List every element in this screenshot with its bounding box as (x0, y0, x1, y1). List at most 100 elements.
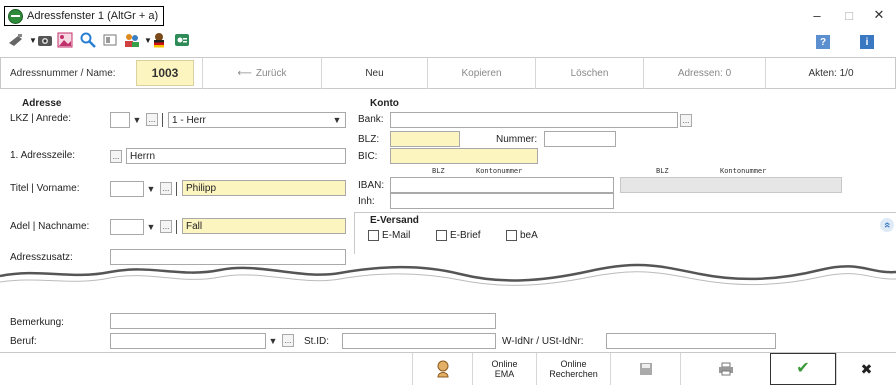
copy-button[interactable]: Kopieren (428, 57, 536, 89)
chevron-down-icon[interactable]: ▼ (266, 334, 280, 348)
print-icon (718, 362, 733, 376)
back-label: Zurück (255, 67, 287, 79)
separator (176, 220, 177, 234)
lastname-field[interactable]: Fall (182, 218, 346, 234)
account-holder-label: Inh: (358, 196, 375, 207)
bea-label: beA (520, 230, 538, 241)
ebrief-label: E-Brief (450, 230, 481, 241)
firstname-field[interactable]: Philipp (182, 180, 346, 196)
contacts-icon[interactable] (124, 32, 140, 48)
window-title-text: Adressfenster 1 (AltGr + a) (27, 10, 159, 22)
remark-field[interactable] (110, 313, 496, 329)
delete-button[interactable]: Löschen (536, 57, 644, 89)
nobility-lastname-label: Adel | Nachname: (10, 221, 90, 232)
job-more-button[interactable]: ... (282, 334, 294, 347)
title-firstname-label: Titel | Vorname: (10, 183, 80, 194)
online-recherchen-button[interactable]: Online Recherchen (536, 353, 610, 385)
account-heading: Konto (370, 98, 399, 109)
bank-field[interactable] (390, 112, 678, 128)
chevron-down-icon[interactable]: ▼ (130, 113, 144, 127)
new-button[interactable]: Neu (322, 57, 428, 89)
help-icon[interactable]: ? (816, 35, 830, 49)
collapse-icon[interactable]: « (880, 218, 894, 232)
salutation-select[interactable]: 1 - Herr (168, 112, 346, 128)
address-line1-more-button[interactable]: ... (110, 150, 122, 163)
nobility-more-button[interactable]: ... (160, 220, 172, 233)
ebrief-checkbox-box[interactable] (436, 230, 447, 241)
tools-icon[interactable] (8, 32, 24, 48)
address-line1-label: 1. Adresszeile: (10, 150, 76, 161)
nobility-field[interactable] (110, 219, 144, 235)
maximize-button[interactable]: □ (832, 4, 866, 26)
job-label: Beruf: (10, 336, 37, 347)
bank-more-button[interactable]: ... (680, 114, 692, 127)
picture-icon[interactable] (57, 32, 73, 48)
stid-field[interactable] (342, 333, 496, 349)
german-flag-person-icon[interactable] (151, 32, 167, 48)
separator (162, 113, 163, 127)
back-button[interactable]: ⟵ Zurück (202, 57, 322, 89)
close-icon: ✖ (860, 361, 873, 377)
torn-edge-divider (0, 263, 896, 298)
id-card-icon[interactable] (174, 32, 190, 48)
title-more-button[interactable]: ... (160, 182, 172, 195)
account-number-field[interactable] (544, 131, 616, 147)
card-icon[interactable] (102, 32, 118, 48)
bea-checkbox-box[interactable] (506, 230, 517, 241)
iban-blz-column: BLZ (432, 167, 445, 175)
lkz-field[interactable] (110, 112, 130, 128)
bea-checkbox[interactable]: beA (506, 230, 538, 241)
arrow-left-icon: ⟵ (237, 67, 252, 79)
eversand-heading: E-Versand (370, 215, 419, 226)
iban-label: IBAN: (358, 180, 385, 191)
chevron-down-icon[interactable]: ▼ (144, 220, 158, 234)
app-icon (8, 8, 23, 24)
vat-label: W-IdNr / USt-IdNr: (502, 336, 584, 347)
bic-field[interactable] (390, 148, 538, 164)
chevron-down-icon[interactable]: ▼ (330, 113, 344, 127)
close-window-button[interactable]: ✕ (862, 4, 896, 26)
search-icon[interactable] (80, 32, 96, 48)
cancel-button[interactable]: ✖ (836, 353, 896, 385)
iban-secondary-field (620, 177, 842, 193)
firstname-value: Philipp (186, 182, 217, 194)
address-line1-value: Herrn (130, 150, 156, 162)
job-field[interactable] (110, 333, 266, 349)
vat-field[interactable] (606, 333, 776, 349)
iban2-blz-column: BLZ (656, 167, 669, 175)
iban2-number-column: Kontonummer (720, 167, 767, 175)
blz-field[interactable] (390, 131, 460, 147)
address-number-field[interactable]: 1003 (136, 60, 194, 86)
iban-field[interactable] (390, 177, 614, 193)
bic-label: BIC: (358, 151, 378, 162)
addresses-count[interactable]: Adressen: 0 (644, 57, 766, 89)
camera-icon[interactable] (37, 32, 53, 48)
ok-button[interactable]: ✔ (770, 353, 836, 385)
email-checkbox-box[interactable] (368, 230, 379, 241)
blz-label: BLZ: (358, 134, 380, 145)
files-count[interactable]: Akten: 1/0 (766, 57, 896, 89)
lkz-more-button[interactable]: ... (146, 113, 158, 126)
info-icon[interactable]: i (860, 35, 874, 49)
window-title: Adressfenster 1 (AltGr + a) (4, 6, 165, 26)
address-heading: Adresse (22, 98, 62, 109)
account-holder-field[interactable] (390, 193, 614, 209)
online-ema-button[interactable]: Online EMA (472, 353, 536, 385)
ebrief-checkbox[interactable]: E-Brief (436, 230, 481, 241)
checkmark-icon: ✔ (796, 360, 810, 377)
salutation-value: 1 - Herr (172, 114, 206, 126)
chevron-down-icon[interactable]: ▼ (144, 182, 158, 196)
save-button[interactable] (610, 353, 680, 385)
title-field[interactable] (110, 181, 144, 197)
person-button[interactable] (412, 353, 472, 385)
separator (176, 182, 177, 196)
bank-label: Bank: (358, 114, 384, 125)
stid-label: St.ID: (304, 336, 330, 347)
person-icon (436, 360, 449, 378)
minimize-button[interactable]: – (800, 4, 834, 26)
iban-number-column: Kontonummer (476, 167, 523, 175)
address-line1-field[interactable]: Herrn (126, 148, 346, 164)
account-number-label: Nummer: (496, 134, 538, 145)
print-button[interactable] (680, 353, 770, 385)
email-checkbox[interactable]: E-Mail (368, 230, 410, 241)
